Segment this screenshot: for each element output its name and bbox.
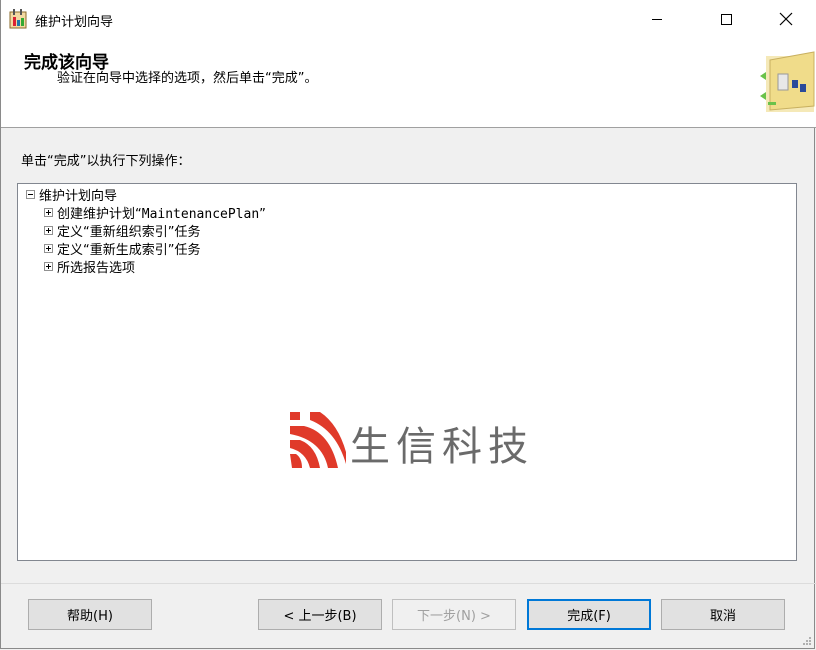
cancel-button[interactable]: 取消 bbox=[661, 599, 785, 630]
finish-button[interactable]: 完成(F) bbox=[527, 599, 651, 630]
expand-icon[interactable] bbox=[44, 243, 53, 253]
minimize-icon bbox=[652, 19, 662, 20]
expand-icon[interactable] bbox=[44, 225, 53, 235]
tree-root-label: 维护计划向导 bbox=[39, 188, 118, 204]
watermark-text: 生信科技 bbox=[350, 424, 534, 470]
summary-tree[interactable]: 维护计划向导 创建维护计划“MaintenancePlan” 定义“重新组织索引… bbox=[17, 183, 797, 561]
help-button[interactable]: 帮助(H) bbox=[28, 599, 152, 630]
watermark-logo bbox=[290, 412, 346, 468]
close-icon bbox=[779, 12, 793, 26]
tree-node-label: 定义“重新生成索引”任务 bbox=[57, 242, 201, 258]
tree-node-reorganize-index[interactable]: 定义“重新组织索引”任务 bbox=[44, 221, 201, 240]
next-button[interactable]: 下一步(N) > bbox=[392, 599, 516, 630]
wizard-banner-icon bbox=[760, 51, 815, 112]
tree-node-rebuild-index[interactable]: 定义“重新生成索引”任务 bbox=[44, 239, 201, 258]
window-title: 维护计划向导 bbox=[35, 15, 114, 30]
title-bar[interactable]: 维护计划向导 bbox=[1, 0, 816, 38]
resize-grip-icon[interactable] bbox=[802, 636, 812, 646]
wizard-app-icon bbox=[9, 9, 27, 29]
wizard-window: 维护计划向导 完成该向导 验证在向导中选择的选项，然后单击“完成”。 单击“完成… bbox=[0, 0, 816, 649]
back-button[interactable]: < 上一步(B) bbox=[258, 599, 382, 630]
wizard-header: 完成该向导 验证在向导中选择的选项，然后单击“完成”。 bbox=[1, 38, 816, 128]
tree-node-label: 所选报告选项 bbox=[57, 260, 136, 276]
maximize-button[interactable] bbox=[703, 0, 749, 38]
tree-node-label: 创建维护计划“MaintenancePlan” bbox=[57, 206, 266, 222]
tree-node-report-options[interactable]: 所选报告选项 bbox=[44, 257, 136, 276]
page-subtitle: 验证在向导中选择的选项，然后单击“完成”。 bbox=[57, 71, 318, 86]
expand-icon[interactable] bbox=[44, 261, 53, 271]
watermark: 生信科技 bbox=[290, 412, 560, 470]
close-button[interactable] bbox=[763, 0, 809, 38]
expand-icon[interactable] bbox=[44, 207, 53, 217]
minimize-button[interactable] bbox=[634, 0, 680, 38]
tree-node-create-plan[interactable]: 创建维护计划“MaintenancePlan” bbox=[44, 203, 266, 222]
collapse-icon[interactable] bbox=[26, 189, 35, 199]
tree-node-label: 定义“重新组织索引”任务 bbox=[57, 224, 201, 240]
instruction-text: 单击“完成”以执行下列操作： bbox=[21, 154, 191, 169]
footer-divider bbox=[1, 583, 816, 584]
tree-root[interactable]: 维护计划向导 bbox=[26, 185, 118, 204]
maximize-icon bbox=[721, 14, 732, 25]
